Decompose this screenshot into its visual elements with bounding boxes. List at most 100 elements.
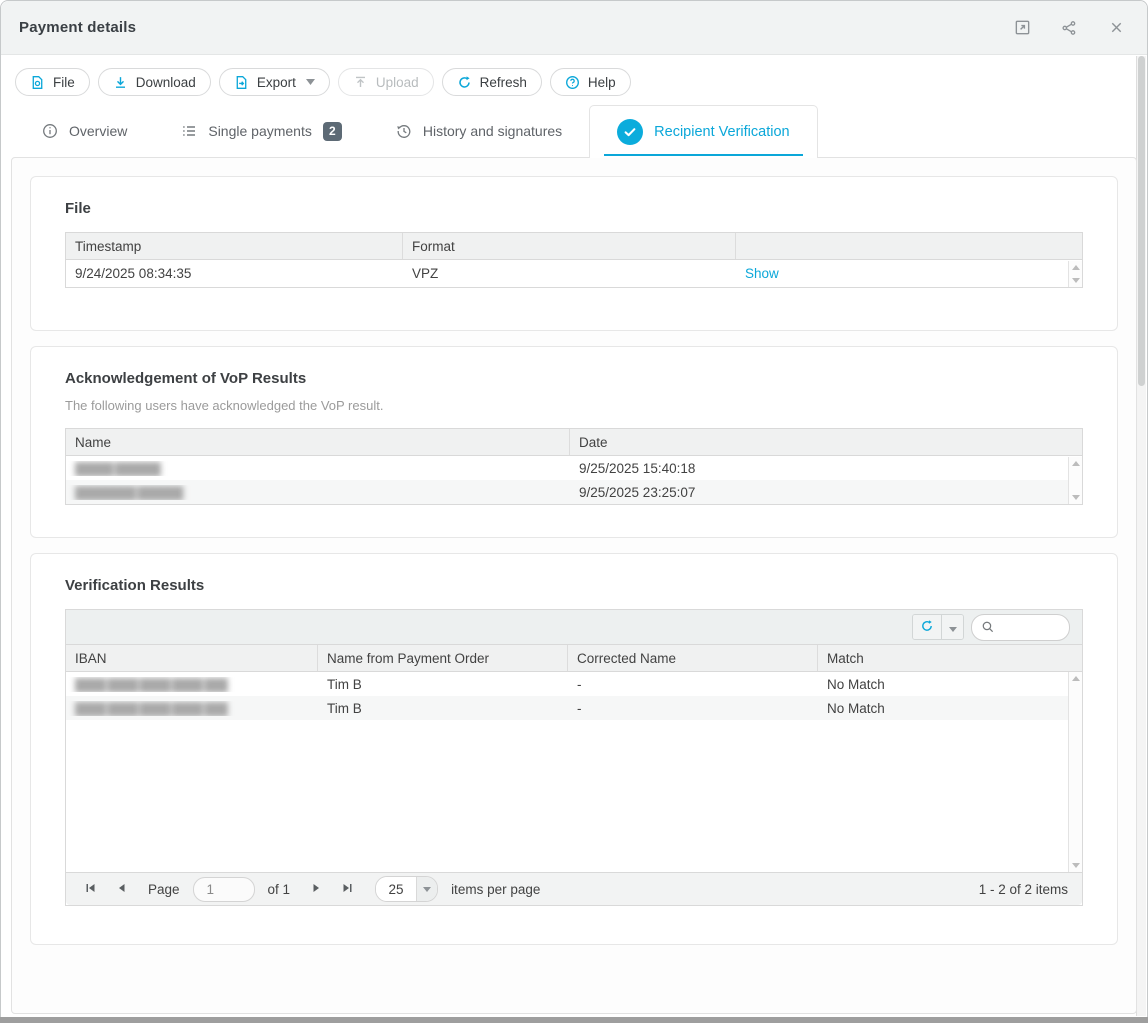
recipient-verification-panel: File Timestamp Format 9/24/2025 08:34:35… [11, 157, 1137, 1014]
show-link[interactable]: Show [745, 266, 779, 281]
file-table-header: Timestamp Format [66, 233, 1082, 260]
titlebar-actions [1013, 19, 1125, 37]
pager-range-label: 1 - 2 of 2 items [979, 882, 1068, 897]
name-from-payment-order-cell: Tim B [318, 677, 568, 692]
table-row: 9/24/2025 08:34:35 VPZ Show [66, 260, 1082, 287]
toolbar: File Download Export [1, 55, 1147, 105]
tab-history-and-signatures-label: History and signatures [423, 123, 562, 139]
first-page-button[interactable] [80, 878, 102, 900]
help-question-icon [565, 75, 580, 90]
column-header-name-from-payment-order: Name from Payment Order [318, 645, 568, 671]
table-row: ████ ████ ████ ████ ███ Tim B - No Match [66, 696, 1082, 720]
export-button[interactable]: Export [219, 68, 330, 96]
close-button[interactable] [1107, 19, 1125, 37]
help-button[interactable]: Help [550, 68, 631, 96]
tabstrip: Overview Single payments 2 History and s… [1, 105, 1147, 157]
scroll-up-icon[interactable] [1072, 676, 1080, 681]
next-page-icon [310, 882, 322, 897]
payment-details-window: Payment details [0, 0, 1148, 1023]
file-table-scrollbar[interactable] [1068, 261, 1082, 287]
page-number-input[interactable] [193, 877, 255, 902]
caret-down-icon [949, 620, 957, 635]
export-caret-down-icon [306, 79, 315, 85]
verification-results-grid: IBAN Name from Payment Order Corrected N… [65, 609, 1083, 906]
column-header-timestamp: Timestamp [66, 233, 403, 259]
refresh-button[interactable]: Refresh [442, 68, 542, 96]
grid-toolbar [66, 610, 1082, 645]
verification-grid-scrollbar[interactable] [1068, 672, 1082, 872]
acknowledgement-section: Acknowledgement of VoP Results The follo… [30, 346, 1118, 538]
scroll-down-icon[interactable] [1072, 495, 1080, 500]
column-header-date: Date [570, 429, 1082, 455]
window-title: Payment details [19, 19, 136, 36]
verification-table-header: IBAN Name from Payment Order Corrected N… [66, 645, 1082, 672]
close-icon [1109, 20, 1124, 35]
share-icon [1061, 20, 1077, 36]
acknowledgement-date-cell: 9/25/2025 23:25:07 [570, 485, 1082, 500]
table-row: ████████ ██████ 9/25/2025 23:25:07 [66, 480, 1082, 504]
page-size-value: 25 [376, 877, 416, 901]
column-header-corrected-name: Corrected Name [568, 645, 818, 671]
export-button-label: Export [257, 75, 296, 90]
refresh-icon [457, 75, 472, 90]
file-format-cell: VPZ [403, 266, 736, 281]
tab-recipient-verification[interactable]: Recipient Verification [589, 105, 817, 158]
tab-history-and-signatures[interactable]: History and signatures [369, 105, 589, 157]
download-button[interactable]: Download [98, 68, 211, 96]
window-scrollbar[interactable] [1136, 56, 1146, 1016]
redacted-iban: ████ ████ ████ ████ ███ [75, 678, 227, 692]
file-button-label: File [53, 75, 75, 90]
help-button-label: Help [588, 75, 616, 90]
corrected-name-cell: - [568, 701, 818, 716]
open-in-window-icon [1014, 19, 1031, 36]
upload-button[interactable]: Upload [338, 68, 434, 96]
upload-icon [353, 75, 368, 90]
pager: Page of 1 25 [66, 872, 1082, 905]
column-header-format: Format [403, 233, 736, 259]
window-scrollbar-thumb[interactable] [1138, 56, 1145, 386]
grid-refresh-dropdown-button[interactable] [941, 615, 963, 639]
first-page-icon [85, 882, 97, 897]
scroll-down-icon[interactable] [1072, 863, 1080, 868]
search-input[interactable] [1001, 620, 1061, 635]
grid-refresh-split-button [912, 614, 964, 640]
file-button[interactable]: File [15, 68, 90, 96]
acknowledgement-table-scrollbar[interactable] [1068, 457, 1082, 504]
verification-grid-body: ████ ████ ████ ████ ███ Tim B - No Match… [66, 672, 1082, 872]
match-cell: No Match [818, 677, 1082, 692]
next-page-button[interactable] [305, 878, 327, 900]
previous-page-button[interactable] [111, 878, 133, 900]
file-timestamp-cell: 9/24/2025 08:34:35 [66, 266, 403, 281]
page-label: Page [148, 882, 180, 897]
single-payments-count-badge: 2 [323, 122, 342, 141]
table-row: █████ ██████ 9/25/2025 15:40:18 [66, 456, 1082, 480]
acknowledgement-description: The following users have acknowledged th… [65, 398, 1083, 413]
redacted-name: █████ ██████ [75, 462, 160, 476]
acknowledgement-table: Name Date █████ ██████ 9/25/2025 15:40:1… [65, 428, 1083, 505]
refresh-icon [920, 619, 934, 636]
page-size-dropdown[interactable]: 25 [375, 876, 438, 902]
tab-overview[interactable]: Overview [15, 105, 154, 157]
open-in-window-button[interactable] [1013, 19, 1031, 37]
name-from-payment-order-cell: Tim B [318, 701, 568, 716]
acknowledgement-table-header: Name Date [66, 429, 1082, 456]
column-header-name: Name [66, 429, 570, 455]
grid-refresh-button[interactable] [913, 615, 941, 639]
column-header-match: Match [818, 645, 1082, 671]
download-icon [113, 75, 128, 90]
file-table: Timestamp Format 9/24/2025 08:34:35 VPZ … [65, 232, 1083, 288]
caret-down-icon [416, 877, 437, 901]
verification-results-heading: Verification Results [65, 577, 1083, 594]
tab-single-payments[interactable]: Single payments 2 [154, 105, 369, 157]
export-document-icon [234, 75, 249, 90]
table-row: ████ ████ ████ ████ ███ Tim B - No Match [66, 672, 1082, 696]
scroll-up-icon[interactable] [1072, 461, 1080, 466]
scroll-up-icon[interactable] [1072, 265, 1080, 270]
share-button[interactable] [1060, 19, 1078, 37]
upload-button-label: Upload [376, 75, 419, 90]
last-page-button[interactable] [336, 878, 358, 900]
tab-single-payments-label: Single payments [208, 123, 312, 139]
refresh-button-label: Refresh [480, 75, 527, 90]
scroll-down-icon[interactable] [1072, 278, 1080, 283]
window-bottom-edge [0, 1017, 1148, 1023]
